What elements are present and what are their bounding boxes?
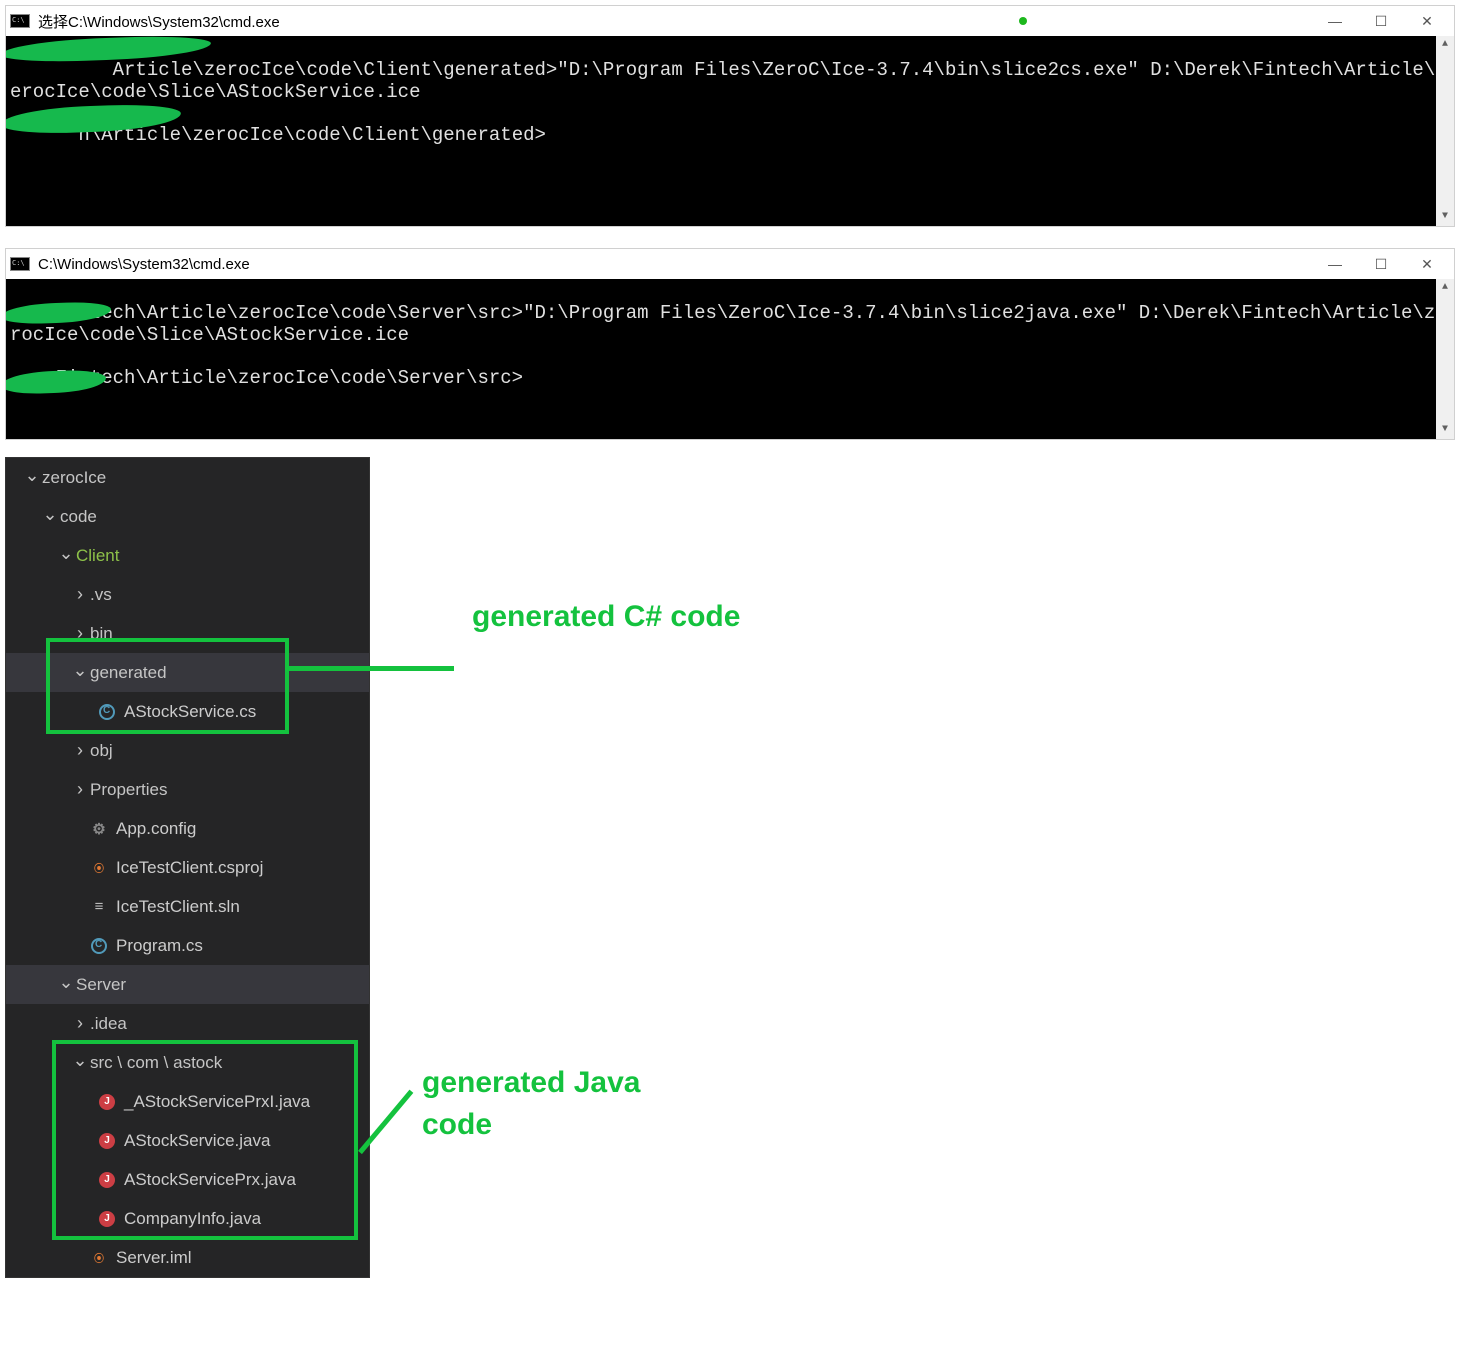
- module-file-icon: [90, 1249, 108, 1267]
- tree-label: _AStockServicePrxI.java: [124, 1092, 310, 1112]
- chevron-right-icon: [72, 740, 88, 761]
- chevron-down-icon: [72, 662, 88, 683]
- chevron-right-icon: [72, 779, 88, 800]
- tree-file-astockserviceprx-java[interactable]: AStockServicePrx.java: [6, 1160, 369, 1199]
- cmd-window-2: C:\Windows\System32\cmd.exe — ☐ ✕ Fintec…: [5, 248, 1455, 440]
- chevron-down-icon: [72, 1052, 88, 1073]
- tree-file-program-cs[interactable]: Program.cs: [6, 926, 369, 965]
- tree-file-companyinfo-java[interactable]: CompanyInfo.java: [6, 1199, 369, 1238]
- tree-label: Client: [76, 546, 119, 566]
- tree-label: zerocIce: [42, 468, 106, 488]
- tree-folder-code[interactable]: code: [6, 497, 369, 536]
- cmd-window-1: 选择C:\Windows\System32\cmd.exe — ☐ ✕ Arti…: [5, 5, 1455, 227]
- tree-label: obj: [90, 741, 113, 761]
- scrollbar[interactable]: ▲ ▼: [1436, 36, 1454, 226]
- chevron-right-icon: [72, 623, 88, 644]
- project-file-icon: [90, 859, 108, 877]
- tree-label: .idea: [90, 1014, 127, 1034]
- tree-label: Program.cs: [116, 936, 203, 956]
- csharp-file-icon: [91, 938, 107, 954]
- java-file-icon: [99, 1172, 115, 1188]
- tree-label: CompanyInfo.java: [124, 1209, 261, 1229]
- tree-label: IceTestClient.csproj: [116, 858, 263, 878]
- tree-folder-properties[interactable]: Properties: [6, 770, 369, 809]
- csharp-file-icon: [99, 704, 115, 720]
- tree-label: .vs: [90, 585, 112, 605]
- tree-file-server-iml[interactable]: Server.iml: [6, 1238, 369, 1277]
- tree-label: Properties: [90, 780, 167, 800]
- scroll-down-button[interactable]: ▼: [1436, 208, 1454, 226]
- chevron-down-icon: [58, 545, 74, 566]
- minimize-button[interactable]: —: [1312, 249, 1358, 279]
- tree-label: Server: [76, 975, 126, 995]
- tree-label: src \ com \ astock: [90, 1053, 222, 1073]
- config-file-icon: [90, 820, 108, 838]
- cmd1-title: 选择C:\Windows\System32\cmd.exe: [38, 11, 280, 32]
- tree-folder-generated[interactable]: generated: [6, 653, 369, 692]
- tree-label: Server.iml: [116, 1248, 192, 1268]
- cmd1-titlebar[interactable]: 选择C:\Windows\System32\cmd.exe — ☐ ✕: [6, 6, 1454, 36]
- tree-folder-client[interactable]: Client: [6, 536, 369, 575]
- tree-file-astockservice-cs[interactable]: AStockService.cs: [6, 692, 369, 731]
- tree-folder-vs[interactable]: .vs: [6, 575, 369, 614]
- cmd-icon: [10, 257, 30, 271]
- java-file-icon: [99, 1094, 115, 1110]
- minimize-button[interactable]: —: [1312, 6, 1358, 36]
- scroll-up-button[interactable]: ▲: [1436, 36, 1454, 54]
- tree-label: IceTestClient.sln: [116, 897, 240, 917]
- java-file-icon: [99, 1211, 115, 1227]
- file-explorer: zerocIce code Client .vs bin generated A…: [5, 457, 370, 1278]
- tree-label: AStockService.java: [124, 1131, 270, 1151]
- maximize-button[interactable]: ☐: [1358, 249, 1404, 279]
- scrollbar[interactable]: ▲ ▼: [1436, 279, 1454, 439]
- tree-folder-bin[interactable]: bin: [6, 614, 369, 653]
- tree-file-astockservice-java[interactable]: AStockService.java: [6, 1121, 369, 1160]
- java-file-icon: [99, 1133, 115, 1149]
- chevron-down-icon: [58, 974, 74, 995]
- cmd2-body[interactable]: Fintech\Article\zerocIce\code\Server\src…: [6, 279, 1454, 439]
- cmd1-line1: Article\zerocIce\code\Client\generated>"…: [10, 59, 1447, 103]
- tree-label: code: [60, 507, 97, 527]
- tree-label: generated: [90, 663, 167, 683]
- close-button[interactable]: ✕: [1404, 249, 1450, 279]
- tree-label: AStockServicePrx.java: [124, 1170, 296, 1190]
- cmd2-titlebar[interactable]: C:\Windows\System32\cmd.exe — ☐ ✕: [6, 249, 1454, 279]
- annotation-label-java: generated Java code: [422, 1062, 640, 1146]
- tree-file-csproj[interactable]: IceTestClient.csproj: [6, 848, 369, 887]
- recording-dot-icon: [1019, 17, 1027, 25]
- tree-file-appconfig[interactable]: App.config: [6, 809, 369, 848]
- close-button[interactable]: ✕: [1404, 6, 1450, 36]
- tree-label: bin: [90, 624, 113, 644]
- maximize-button[interactable]: ☐: [1358, 6, 1404, 36]
- scroll-up-button[interactable]: ▲: [1436, 279, 1454, 297]
- tree-folder-zerocice[interactable]: zerocIce: [6, 458, 369, 497]
- tree-file-astockserviceprxi-java[interactable]: _AStockServicePrxI.java: [6, 1082, 369, 1121]
- cmd2-line1: Fintech\Article\zerocIce\code\Server\src…: [10, 302, 1447, 346]
- chevron-down-icon: [42, 506, 58, 527]
- chevron-down-icon: [24, 467, 40, 488]
- tree-folder-src-com-astock[interactable]: src \ com \ astock: [6, 1043, 369, 1082]
- tree-folder-idea[interactable]: .idea: [6, 1004, 369, 1043]
- tree-label: App.config: [116, 819, 196, 839]
- cmd-icon: [10, 14, 30, 28]
- tree-folder-server[interactable]: Server: [6, 965, 369, 1004]
- chevron-right-icon: [72, 1013, 88, 1034]
- tree-file-sln[interactable]: IceTestClient.sln: [6, 887, 369, 926]
- cmd1-body[interactable]: Article\zerocIce\code\Client\generated>"…: [6, 36, 1454, 226]
- annotation-label-cs: generated C# code: [472, 596, 740, 638]
- chevron-right-icon: [72, 584, 88, 605]
- tree-folder-obj[interactable]: obj: [6, 731, 369, 770]
- scroll-down-button[interactable]: ▼: [1436, 421, 1454, 439]
- tree-label: AStockService.cs: [124, 702, 256, 722]
- cmd2-title: C:\Windows\System32\cmd.exe: [38, 256, 250, 273]
- solution-file-icon: [90, 898, 108, 916]
